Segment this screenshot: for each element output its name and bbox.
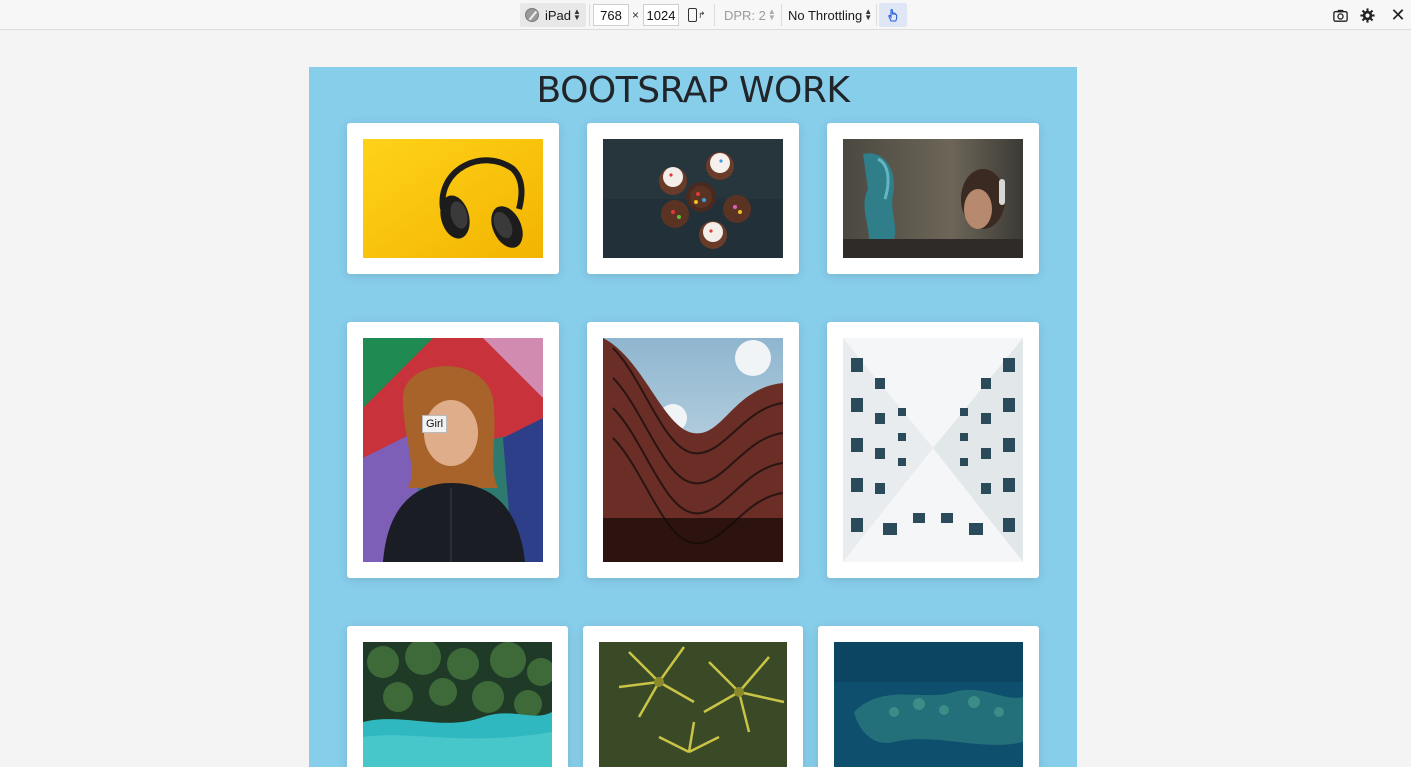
image-card: [347, 123, 559, 274]
device-selector-icon: [525, 8, 539, 22]
image-card: [587, 123, 799, 274]
girl-image[interactable]: [363, 338, 543, 562]
palm-crowns-image[interactable]: [599, 642, 787, 767]
image-card: [827, 123, 1039, 274]
image-tooltip: Girl: [422, 415, 448, 433]
dpr-label: DPR: 2: [724, 7, 766, 23]
touch-simulation-icon: [888, 8, 898, 22]
settings-icon: [1359, 7, 1375, 23]
page-title: BOOTSRAP WORK: [536, 70, 850, 111]
white-building-image[interactable]: [843, 338, 1023, 562]
viewport-height-input[interactable]: 1024: [643, 4, 679, 26]
throttling-selector[interactable]: No Throttling ▲ ▼: [788, 3, 872, 27]
ocean-reef-image[interactable]: [834, 642, 1023, 767]
headphones-image[interactable]: [363, 139, 543, 258]
image-card: [818, 626, 1039, 767]
graffiti-woman-image[interactable]: [843, 139, 1023, 258]
divider: [781, 4, 782, 26]
chevron-updown-icon: ▲ ▼: [767, 7, 776, 22]
chevron-updown-icon: ▲ ▼: [573, 7, 581, 22]
dimension-separator: ×: [632, 8, 640, 22]
close-icon[interactable]: ✕: [1388, 5, 1408, 25]
screenshot-icon: [1332, 9, 1348, 22]
responsive-design-toolbar: iPad ▲ ▼ 768 × 1024 ↱ DPR: 2 ▲ ▼ No Thrott…: [0, 0, 1411, 30]
screenshot-button[interactable]: [1330, 5, 1350, 25]
curved-building-image[interactable]: [603, 338, 783, 562]
divider: [876, 4, 877, 26]
aerial-palms-image[interactable]: [363, 642, 552, 767]
rotate-icon[interactable]: ↱: [688, 3, 706, 27]
cupcakes-image[interactable]: [603, 139, 783, 258]
image-card: [347, 626, 568, 767]
settings-button[interactable]: [1357, 5, 1377, 25]
emulated-viewport: BOOTSRAP WORK Girl: [309, 67, 1077, 767]
image-card: [583, 626, 803, 767]
touch-simulation-button[interactable]: [879, 3, 907, 27]
device-name: iPad: [545, 7, 572, 23]
image-card: [827, 322, 1039, 578]
throttling-label: No Throttling: [788, 7, 863, 23]
device-selector[interactable]: iPad ▲ ▼: [520, 3, 586, 27]
viewport-width-input[interactable]: 768: [593, 4, 629, 26]
image-card: [587, 322, 799, 578]
chevron-updown-icon: ▲ ▼: [864, 7, 873, 22]
dpr-selector[interactable]: DPR: 2 ▲ ▼: [724, 3, 776, 27]
divider: [714, 4, 715, 26]
divider: [589, 4, 590, 26]
image-card: [347, 322, 559, 578]
